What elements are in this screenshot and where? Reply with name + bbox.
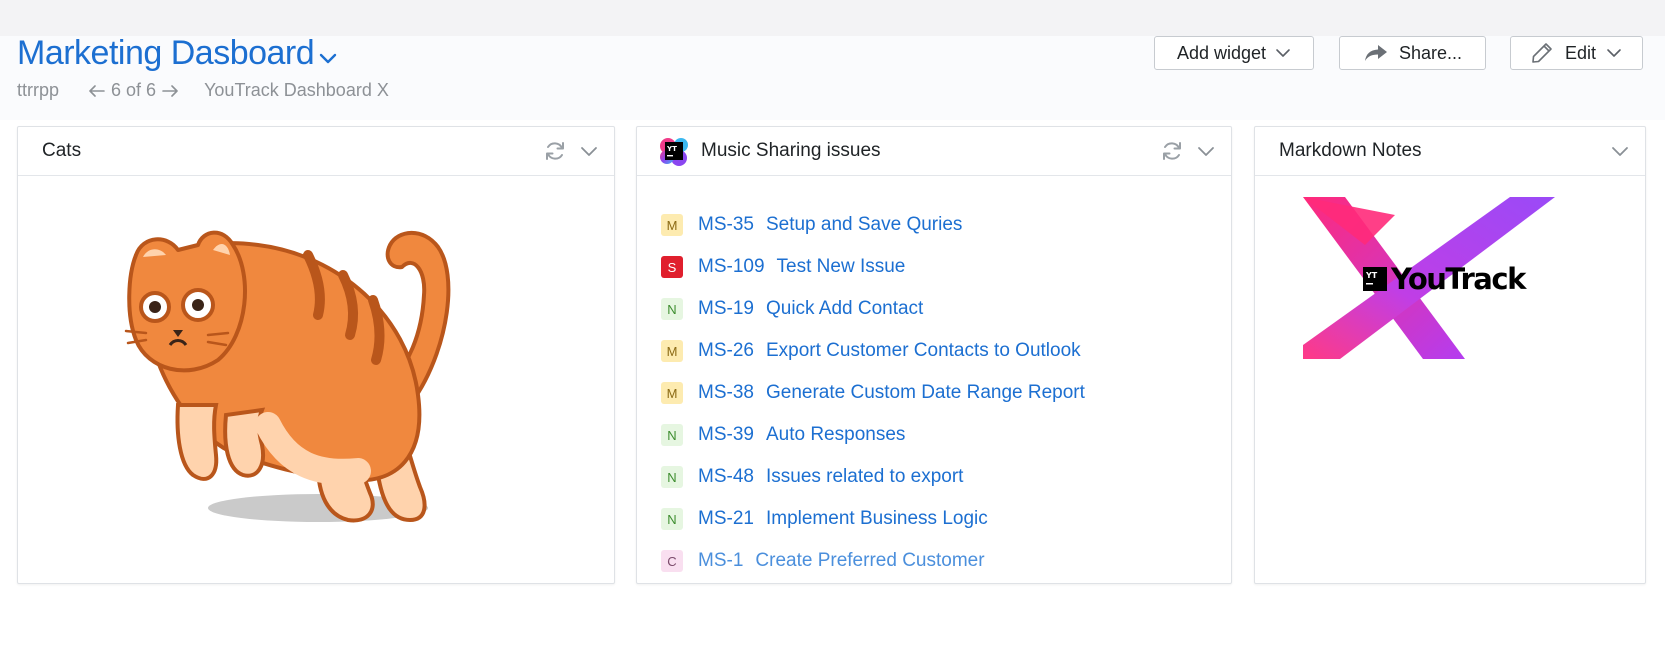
widget-header: YT Music Sharing issues — [637, 127, 1231, 176]
issue-summary[interactable]: Generate Custom Date Range Report — [766, 382, 1085, 404]
issue-row: M MS-35 Setup and Save Quries — [661, 204, 1231, 246]
widget-title: Music Sharing issues — [701, 140, 881, 161]
arrow-right-icon[interactable] — [162, 84, 178, 97]
chevron-down-icon — [319, 53, 337, 63]
cats-widget: Cats — [17, 126, 615, 584]
dashboard-owner: ttrrpp — [17, 80, 60, 100]
pencil-icon — [1532, 43, 1552, 63]
issue-id[interactable]: MS-48 — [698, 466, 754, 488]
refresh-icon[interactable] — [544, 140, 566, 162]
priority-badge: M — [661, 340, 683, 362]
refresh-icon[interactable] — [1161, 140, 1183, 162]
chevron-down-icon[interactable] — [1611, 145, 1629, 157]
logo-mark-text: YT — [1365, 271, 1378, 280]
priority-badge: N — [661, 424, 683, 446]
edit-button[interactable]: Edit — [1510, 36, 1643, 70]
issue-id[interactable]: MS-109 — [698, 256, 765, 278]
issue-summary[interactable]: Test New Issue — [777, 256, 906, 278]
issue-list: M MS-35 Setup and Save Quries S MS-109 T… — [637, 176, 1231, 582]
priority-badge: N — [661, 298, 683, 320]
issue-row: N MS-39 Auto Responses — [661, 414, 1231, 456]
priority-badge: M — [661, 382, 683, 404]
dashboard-pager: 6 of 6 — [89, 80, 178, 101]
issue-id[interactable]: MS-1 — [698, 550, 743, 572]
arrow-left-icon[interactable] — [89, 84, 105, 97]
widget-title: Cats — [42, 140, 82, 161]
issue-summary[interactable]: Create Preferred Customer — [755, 550, 984, 572]
logo-mark-text: YT — [666, 145, 677, 153]
issue-id[interactable]: MS-35 — [698, 214, 754, 236]
issue-row: N MS-48 Issues related to export — [661, 456, 1231, 498]
widget-header: Markdown Notes — [1255, 127, 1645, 176]
priority-badge: C — [661, 550, 683, 572]
priority-badge: S — [661, 256, 683, 278]
next-dashboard-link[interactable]: YouTrack Dashboard X — [204, 80, 389, 101]
issue-row: M MS-26 Export Customer Contacts to Outl… — [661, 330, 1231, 372]
issue-summary[interactable]: Issues related to export — [766, 466, 964, 488]
issue-summary[interactable]: Auto Responses — [766, 424, 905, 446]
issue-row: N MS-21 Implement Business Logic — [661, 498, 1231, 540]
issue-row: C MS-1 Create Preferred Customer — [661, 540, 1231, 582]
add-widget-button[interactable]: Add widget — [1154, 36, 1314, 70]
share-label: Share... — [1398, 42, 1463, 63]
breadcrumb: ttrrpp 6 of 6 YouTrack Dashboard X — [17, 80, 389, 101]
markdown-notes-widget: Markdown Notes YT YouTrack — [1254, 126, 1646, 584]
share-button[interactable]: Share... — [1339, 36, 1486, 70]
widget-title: Markdown Notes — [1279, 140, 1422, 161]
issue-id[interactable]: MS-39 — [698, 424, 754, 446]
priority-badge: N — [661, 508, 683, 530]
music-sharing-widget: YT Music Sharing issues M MS-35 Setup an… — [636, 126, 1232, 584]
issue-summary[interactable]: Quick Add Contact — [766, 298, 923, 320]
issue-id[interactable]: MS-38 — [698, 382, 754, 404]
issue-id[interactable]: MS-19 — [698, 298, 754, 320]
pager-count: 6 of 6 — [111, 80, 157, 100]
dashboard-title[interactable]: Marketing Dasboard — [17, 34, 338, 73]
issue-row: S MS-109 Test New Issue — [661, 246, 1231, 288]
priority-badge: M — [661, 214, 683, 236]
issue-id[interactable]: MS-26 — [698, 340, 754, 362]
add-widget-label: Add widget — [1176, 42, 1267, 63]
share-icon — [1364, 45, 1387, 61]
chevron-down-icon — [1607, 49, 1621, 57]
chevron-down-icon[interactable] — [1197, 145, 1215, 157]
issue-summary[interactable]: Setup and Save Quries — [766, 214, 962, 236]
edit-label: Edit — [1564, 42, 1597, 63]
chevron-down-icon — [1276, 49, 1290, 57]
issue-row: N MS-19 Quick Add Contact — [661, 288, 1231, 330]
dashboard-title-text: Marketing Dasboard — [17, 34, 315, 72]
chevron-down-icon[interactable] — [580, 145, 598, 157]
issue-summary[interactable]: Export Customer Contacts to Outlook — [766, 340, 1081, 362]
logo-wordmark: YouTrack — [1390, 262, 1527, 296]
issue-row: M MS-38 Generate Custom Date Range Repor… — [661, 372, 1231, 414]
widget-header: Cats — [18, 127, 614, 176]
top-band — [0, 0, 1665, 36]
issue-summary[interactable]: Implement Business Logic — [766, 508, 988, 530]
youtrack-logo: YT YouTrack — [1255, 175, 1645, 583]
cat-image — [18, 175, 614, 583]
priority-badge: N — [661, 466, 683, 488]
youtrack-logo-icon: YT — [660, 138, 688, 166]
issue-id[interactable]: MS-21 — [698, 508, 754, 530]
